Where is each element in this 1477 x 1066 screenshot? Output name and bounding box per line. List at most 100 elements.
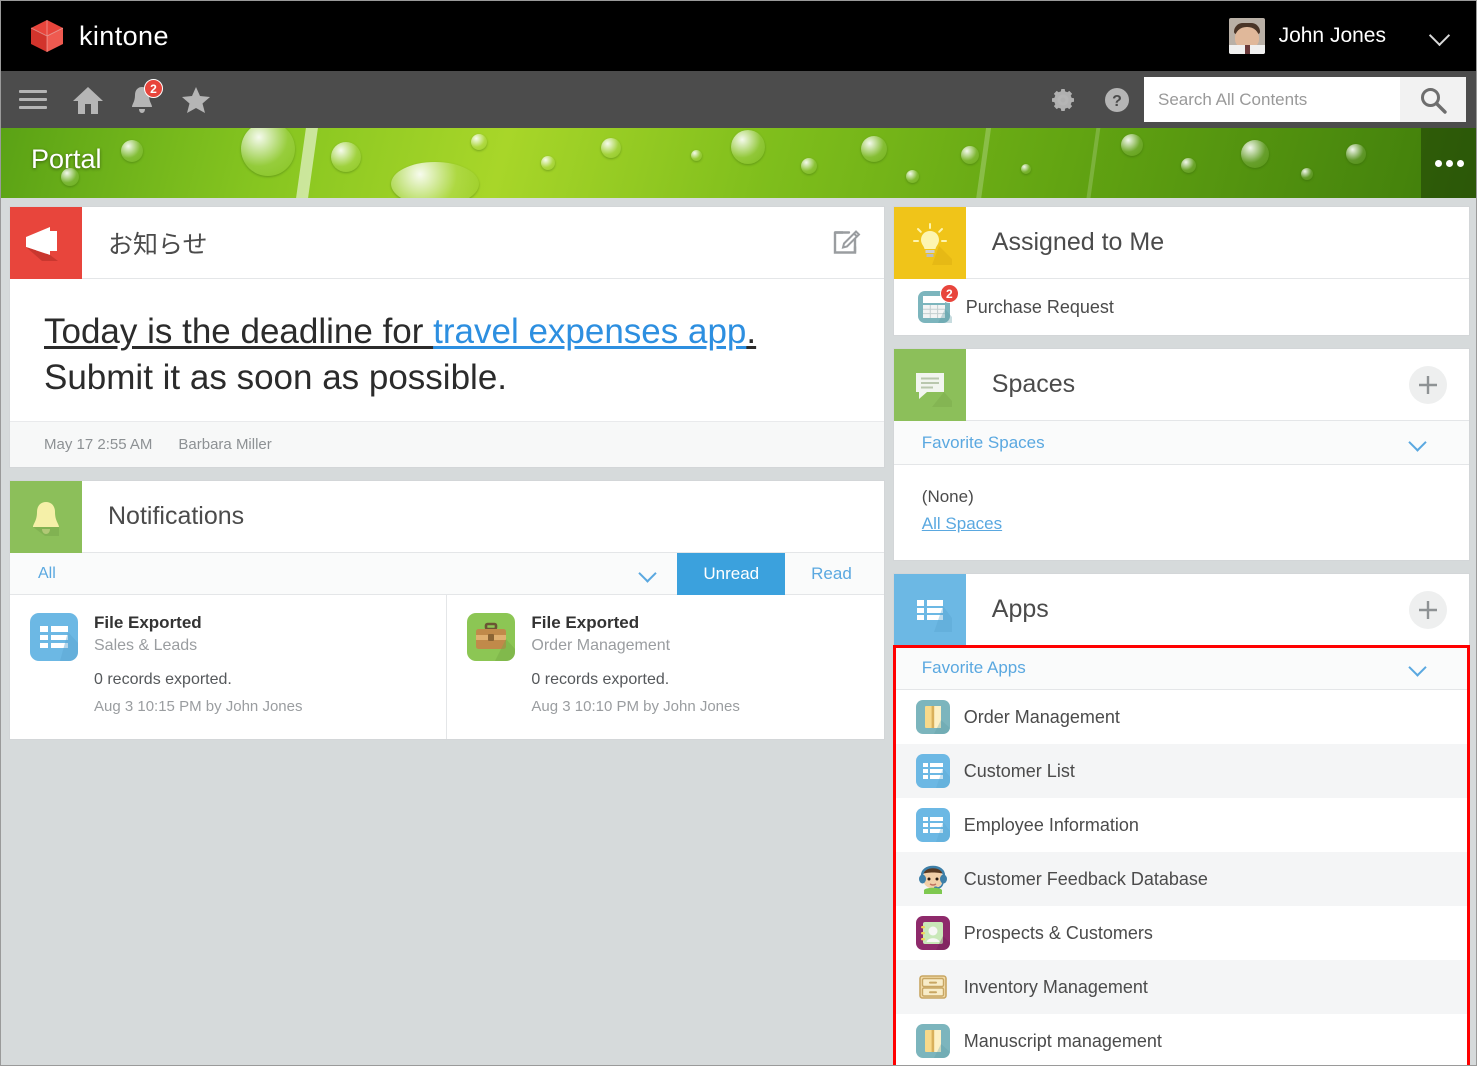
contact-app-icon bbox=[916, 916, 950, 950]
assigned-to-me-panel: Assigned to Me bbox=[893, 206, 1470, 336]
user-name: John Jones bbox=[1279, 24, 1386, 48]
list-app-icon bbox=[30, 613, 78, 661]
plus-icon bbox=[1409, 366, 1447, 404]
notification-message: 0 records exported. bbox=[531, 671, 739, 689]
app-row-customer-feedback-database[interactable]: Customer Feedback Database bbox=[894, 852, 1469, 906]
star-icon[interactable] bbox=[169, 71, 223, 128]
add-space-button[interactable] bbox=[1409, 366, 1447, 404]
announcement-line-2: Submit it as soon as possible. bbox=[44, 355, 850, 401]
svg-text:?: ? bbox=[1112, 93, 1122, 110]
notification-message: 0 records exported. bbox=[94, 671, 302, 689]
notification-app-name: Sales & Leads bbox=[94, 637, 302, 655]
spaces-panel: Spaces Favorite Spaces bbox=[893, 348, 1470, 561]
cabinet-app-icon bbox=[916, 970, 950, 1004]
app-row-order-management[interactable]: Order Management bbox=[894, 690, 1469, 744]
book-app-icon bbox=[916, 1024, 950, 1058]
speech-bubble-icon bbox=[894, 349, 966, 421]
ellipsis-menu-icon[interactable] bbox=[1421, 128, 1477, 198]
announcement-title: お知らせ bbox=[108, 225, 208, 261]
app-row-employee-information[interactable]: Employee Information bbox=[894, 798, 1469, 852]
notification-title: File Exported bbox=[94, 613, 302, 633]
bell-icon bbox=[10, 481, 82, 553]
app-row-inventory-management[interactable]: Inventory Management bbox=[894, 960, 1469, 1014]
announcement-text-suffix: . bbox=[746, 312, 756, 351]
kintone-cube-logo bbox=[29, 19, 65, 53]
app-label: Prospects & Customers bbox=[964, 923, 1153, 944]
kintone-portal-page: kintone John Jones 2 bbox=[0, 0, 1477, 1066]
spaces-title: Spaces bbox=[992, 370, 1075, 399]
toolbar-right: ? bbox=[1036, 71, 1477, 128]
assigned-item-label: Purchase Request bbox=[966, 297, 1114, 318]
right-column: Assigned to Me bbox=[893, 206, 1470, 1066]
tab-read[interactable]: Read bbox=[785, 553, 884, 595]
announcement-line-1: Today is the deadline for travel expense… bbox=[44, 309, 850, 355]
app-label: Employee Information bbox=[964, 815, 1139, 836]
all-spaces-link[interactable]: All Spaces bbox=[922, 514, 1002, 534]
notification-app-name: Order Management bbox=[531, 637, 739, 655]
notification-text: File Exported Order Management 0 records… bbox=[531, 613, 739, 715]
assigned-item-purchase-request[interactable]: 2 Purchase Request bbox=[894, 279, 1469, 335]
megaphone-icon bbox=[10, 207, 82, 279]
chevron-down-icon[interactable] bbox=[1407, 657, 1429, 679]
search-input-wrap[interactable] bbox=[1144, 77, 1400, 122]
apps-header: Apps bbox=[894, 574, 1469, 646]
travel-expenses-app-link[interactable]: travel expenses app bbox=[433, 312, 746, 351]
home-icon[interactable] bbox=[61, 71, 115, 128]
favorite-spaces-label: Favorite Spaces bbox=[922, 433, 1407, 453]
assigned-to-me-title: Assigned to Me bbox=[992, 228, 1164, 257]
plus-icon bbox=[1409, 591, 1447, 629]
list-item[interactable]: File Exported Sales & Leads 0 records ex… bbox=[10, 595, 447, 739]
chevron-down-icon[interactable] bbox=[1407, 432, 1429, 454]
apps-panel: Apps Favorite Apps bbox=[893, 573, 1470, 1066]
favorite-spaces-section-toggle[interactable]: Favorite Spaces bbox=[894, 421, 1469, 465]
app-row-prospects-customers[interactable]: Prospects & Customers bbox=[894, 906, 1469, 960]
chevron-down-icon[interactable] bbox=[637, 563, 659, 585]
brand-logo[interactable]: kintone bbox=[29, 19, 169, 53]
assigned-to-me-header: Assigned to Me bbox=[894, 207, 1469, 279]
help-icon[interactable]: ? bbox=[1090, 71, 1144, 128]
portal-banner: Portal bbox=[1, 128, 1477, 198]
app-label: Inventory Management bbox=[964, 977, 1148, 998]
announcement-panel: お知らせ Today is the deadline for travel ex… bbox=[9, 206, 885, 468]
bell-icon[interactable]: 2 bbox=[115, 71, 169, 128]
notification-title: File Exported bbox=[531, 613, 739, 633]
announcement-header: お知らせ bbox=[10, 207, 884, 279]
portal-content: お知らせ Today is the deadline for travel ex… bbox=[1, 198, 1477, 1066]
tab-unread[interactable]: Unread bbox=[677, 553, 785, 595]
list-icon bbox=[894, 574, 966, 646]
edit-icon[interactable] bbox=[832, 225, 862, 260]
notification-meta: Aug 3 10:15 PM by John Jones bbox=[94, 698, 302, 715]
search-input[interactable] bbox=[1144, 77, 1400, 122]
list-app-icon bbox=[916, 808, 950, 842]
hamburger-menu-icon[interactable] bbox=[5, 71, 61, 128]
top-bar: kintone John Jones bbox=[1, 1, 1477, 71]
notifications-header: Notifications bbox=[10, 481, 884, 553]
announcement-body: Today is the deadline for travel expense… bbox=[10, 279, 884, 421]
app-label: Manuscript management bbox=[964, 1031, 1162, 1052]
announcement-text-prefix: Today is the deadline for bbox=[44, 312, 433, 351]
list-app-icon bbox=[916, 754, 950, 788]
app-row-customer-list[interactable]: Customer List bbox=[894, 744, 1469, 798]
announcement-date: May 17 2:55 AM bbox=[44, 436, 152, 453]
search-icon[interactable] bbox=[1400, 77, 1466, 122]
notification-filter-all[interactable]: All bbox=[10, 565, 637, 583]
user-menu[interactable]: John Jones bbox=[1229, 1, 1460, 71]
chevron-down-icon[interactable] bbox=[1430, 25, 1452, 47]
notifications-panel: Notifications All Unread Read bbox=[9, 480, 885, 740]
app-label: Customer List bbox=[964, 761, 1075, 782]
briefcase-app-icon bbox=[467, 613, 515, 661]
gear-icon[interactable] bbox=[1036, 71, 1090, 128]
app-row-manuscript-management[interactable]: Manuscript management bbox=[894, 1014, 1469, 1066]
announcement-author: Barbara Miller bbox=[178, 436, 271, 453]
lightbulb-icon bbox=[894, 207, 966, 279]
headset-app-icon bbox=[916, 862, 950, 896]
apps-list-wrap: Favorite Apps Ord bbox=[894, 646, 1469, 1066]
spaces-empty-label: (None) bbox=[922, 487, 1441, 507]
add-app-button[interactable] bbox=[1409, 591, 1447, 629]
notification-list: File Exported Sales & Leads 0 records ex… bbox=[10, 595, 884, 739]
notifications-filter-bar: All Unread Read bbox=[10, 553, 884, 595]
list-item[interactable]: File Exported Order Management 0 records… bbox=[447, 595, 883, 739]
notifications-title: Notifications bbox=[108, 502, 244, 531]
apps-title: Apps bbox=[992, 595, 1049, 624]
favorite-apps-section-toggle[interactable]: Favorite Apps bbox=[894, 646, 1469, 690]
